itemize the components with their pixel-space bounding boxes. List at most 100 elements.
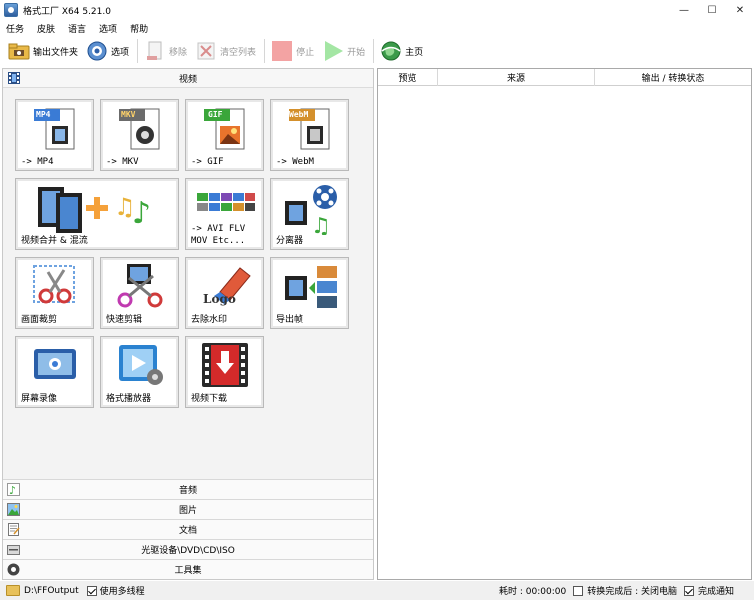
svg-text:♪: ♪	[132, 196, 151, 231]
tile-remove-watermark[interactable]: Logo 去除水印	[185, 257, 264, 329]
document-remove-icon	[144, 40, 166, 62]
format-strip-icon	[197, 193, 255, 211]
task-list-header: 预览 来源 输出 / 转换状态	[378, 69, 751, 86]
folder-icon[interactable]	[6, 585, 20, 596]
task-list[interactable]: 预览 来源 输出 / 转换状态	[377, 68, 752, 580]
film-icon	[7, 71, 21, 85]
after-done-label: 转换完成后 : 关闭电脑	[587, 587, 677, 597]
home-button[interactable]: 主页	[380, 38, 423, 64]
column-preview[interactable]: 预览	[378, 69, 438, 86]
output-folder-button[interactable]: 输出文件夹	[8, 38, 78, 64]
home-label: 主页	[405, 47, 424, 58]
stop-button[interactable]: 停止	[271, 38, 314, 64]
download-icon	[202, 343, 248, 387]
column-output-status[interactable]: 输出 / 转换状态	[595, 69, 751, 86]
start-button[interactable]: 开始	[322, 38, 365, 64]
category-list: ♪ 音频 图片 文档 光驱设备\DVD\CD\ISO 工具集	[3, 479, 373, 579]
tile-crop[interactable]: 画面裁剪	[15, 257, 94, 329]
options-button[interactable]: 选项	[86, 38, 129, 64]
title-bar: 格式工厂 X64 5.21.0 — ☐ ✕	[0, 0, 754, 20]
function-panel: 视频 MP4 -> MP4 MKV -> MKV GIF -> GIF WebM…	[2, 68, 374, 580]
tile-video-download[interactable]: 视频下载	[185, 336, 264, 408]
window-controls: — ☐ ✕	[670, 0, 754, 20]
toolbox-gear-icon	[7, 563, 20, 576]
clear-list-button[interactable]: 清空列表	[195, 38, 256, 64]
picture-icon	[7, 503, 20, 516]
status-bar: D:\FFOutput 使用多线程 耗时 : 00:00:00 转换完成后 : …	[0, 581, 754, 600]
webm-badge: WebM	[289, 110, 309, 119]
tile-to-webm[interactable]: WebM -> WebM	[270, 99, 349, 171]
app-icon	[4, 3, 18, 17]
category-label: 文档	[178, 526, 197, 536]
after-done-checkbox[interactable]	[573, 585, 584, 596]
video-category-label: 视频	[178, 74, 197, 85]
multithread-checkbox[interactable]	[86, 585, 97, 596]
crop-scissors-icon	[33, 265, 75, 304]
tile-format-player[interactable]: 格式播放器	[100, 336, 179, 408]
toolbar: 输出文件夹 选项 移除 清空列表 停止 开始 主页	[0, 36, 754, 66]
category-label: 音频	[178, 486, 197, 496]
stop-label: 停止	[296, 47, 315, 58]
screen-record-icon	[34, 349, 76, 379]
tile-label: 视频下载	[191, 394, 228, 404]
close-button[interactable]: ✕	[726, 0, 754, 20]
minimize-button[interactable]: —	[670, 0, 698, 20]
tile-label: 屏幕录像	[21, 394, 58, 404]
menu-skin[interactable]: 皮肤	[37, 22, 55, 35]
tile-to-gif[interactable]: GIF -> GIF	[185, 99, 264, 171]
menu-help[interactable]: 帮助	[130, 22, 148, 35]
options-label: 选项	[111, 47, 130, 58]
tile-video-merge[interactable]: ♫ ♪ 视频合并 & 混流	[15, 178, 179, 250]
notify-checkbox[interactable]	[683, 585, 694, 596]
gear-icon	[86, 40, 108, 62]
tile-label: 去除水印	[191, 315, 228, 325]
tile-label: 分离器	[276, 236, 304, 246]
category-image[interactable]: 图片	[3, 499, 373, 519]
clear-x-icon	[195, 40, 217, 62]
tile-splitter[interactable]: ♫ 分离器	[270, 178, 349, 250]
export-frames-icon	[285, 266, 337, 308]
output-path[interactable]: D:\FFOutput	[24, 586, 79, 596]
tile-to-mkv[interactable]: MKV -> MKV	[100, 99, 179, 171]
stop-icon	[271, 40, 293, 62]
clear-list-label: 清空列表	[220, 47, 257, 58]
tile-label: -> AVI FLV	[191, 224, 246, 234]
mkv-badge: MKV	[121, 110, 136, 119]
category-optical-disc[interactable]: 光驱设备\DVD\CD\ISO	[3, 539, 373, 559]
category-toolbox[interactable]: 工具集	[3, 559, 373, 579]
svg-text:♪: ♪	[9, 484, 16, 496]
tile-to-avi-flv-mov[interactable]: -> AVI FLV MOV Etc...	[185, 178, 264, 250]
splitter-icon: ♫	[285, 185, 337, 235]
output-folder-label: 输出文件夹	[33, 47, 79, 58]
logo-text: Logo	[203, 292, 236, 306]
category-label: 工具集	[174, 566, 202, 576]
tile-quick-clip[interactable]: 快速剪辑	[100, 257, 179, 329]
video-category-header[interactable]: 视频	[3, 69, 373, 88]
category-document[interactable]: 文档	[3, 519, 373, 539]
tile-screen-record[interactable]: 屏幕录像	[15, 336, 94, 408]
tile-label: 格式播放器	[106, 394, 152, 404]
menu-options[interactable]: 选项	[99, 22, 117, 35]
tile-label: 视频合并 & 混流	[21, 236, 88, 246]
gif-badge: GIF	[208, 110, 223, 119]
maximize-button[interactable]: ☐	[698, 0, 726, 20]
tile-label: -> GIF	[191, 157, 224, 167]
toolbar-separator	[264, 39, 266, 63]
video-tools-grid: MP4 -> MP4 MKV -> MKV GIF -> GIF WebM ->…	[3, 88, 373, 478]
tile-label: -> MKV	[106, 157, 139, 167]
tile-to-mp4[interactable]: MP4 -> MP4	[15, 99, 94, 171]
play-icon	[322, 40, 344, 62]
notify-label: 完成通知	[697, 587, 734, 597]
disc-drive-icon	[7, 543, 20, 556]
start-label: 开始	[347, 47, 366, 58]
quick-clip-icon	[117, 264, 163, 308]
merge-icon: ♫ ♪	[38, 187, 151, 233]
remove-button[interactable]: 移除	[144, 38, 187, 64]
category-audio[interactable]: ♪ 音频	[3, 479, 373, 499]
menu-language[interactable]: 语言	[68, 22, 86, 35]
svg-text:♫: ♫	[311, 214, 331, 235]
document-icon	[7, 523, 20, 536]
column-source[interactable]: 来源	[438, 69, 595, 86]
tile-export-frames[interactable]: 导出帧	[270, 257, 349, 329]
menu-task[interactable]: 任务	[6, 22, 24, 35]
